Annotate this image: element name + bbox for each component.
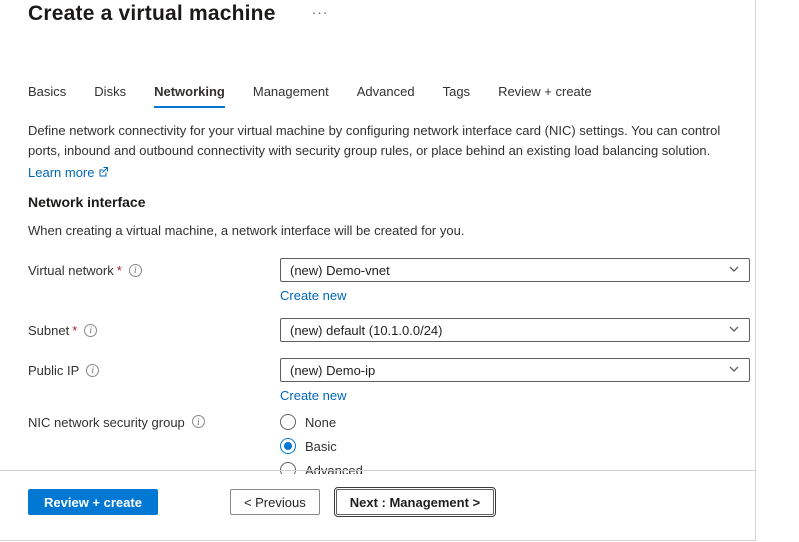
next-management-button[interactable]: Next : Management > (336, 489, 494, 515)
nic-nsg-row: NIC network security group i None Basic … (28, 414, 750, 474)
footer-bar: Review + create < Previous Next : Manage… (28, 489, 494, 515)
public-ip-select[interactable]: (new) Demo-ip (280, 358, 750, 382)
learn-more-label: Learn more (28, 165, 94, 180)
nic-nsg-label: NIC network security group (28, 415, 185, 430)
public-ip-label: Public IP (28, 363, 79, 378)
external-link-icon (98, 165, 109, 180)
tab-networking[interactable]: Networking (154, 84, 225, 108)
public-ip-label-group: Public IP i (28, 358, 280, 382)
public-ip-create-new-link[interactable]: Create new (280, 388, 346, 403)
previous-button[interactable]: < Previous (230, 489, 320, 515)
info-icon[interactable]: i (129, 264, 142, 277)
virtual-network-value: (new) Demo-vnet (290, 263, 390, 278)
network-interface-heading: Network interface (28, 194, 145, 210)
info-icon[interactable]: i (86, 364, 99, 377)
info-icon[interactable]: i (84, 324, 97, 337)
radio-icon (280, 414, 296, 430)
footer-divider (0, 470, 756, 471)
network-interface-description: When creating a virtual machine, a netwo… (28, 223, 464, 238)
nic-nsg-option-none[interactable]: None (280, 414, 750, 430)
tab-disks[interactable]: Disks (94, 84, 126, 108)
required-marker: * (117, 263, 122, 278)
virtual-network-create-new-link[interactable]: Create new (280, 288, 346, 303)
public-ip-value: (new) Demo-ip (290, 363, 375, 378)
tab-bar: Basics Disks Networking Management Advan… (28, 84, 592, 108)
nic-nsg-label-group: NIC network security group i (28, 414, 280, 438)
tab-tags[interactable]: Tags (443, 84, 470, 108)
radio-label: None (305, 415, 336, 430)
page-title: Create a virtual machine (28, 2, 276, 26)
radio-icon (280, 462, 296, 474)
chevron-down-icon (728, 363, 740, 378)
subnet-label: Subnet (28, 323, 69, 338)
radio-selected-icon (280, 438, 296, 454)
nic-nsg-option-advanced[interactable]: Advanced (280, 462, 750, 474)
nic-nsg-option-basic[interactable]: Basic (280, 438, 750, 454)
virtual-network-label: Virtual network (28, 263, 114, 278)
more-options-icon[interactable]: ··· (312, 4, 329, 20)
page-header: Create a virtual machine ··· (28, 2, 329, 26)
subnet-value: (new) default (10.1.0.0/24) (290, 323, 442, 338)
radio-label: Advanced (305, 463, 363, 475)
required-marker: * (72, 323, 77, 338)
virtual-network-select[interactable]: (new) Demo-vnet (280, 258, 750, 282)
chevron-down-icon (728, 323, 740, 338)
create-vm-page: Create a virtual machine ··· Basics Disk… (0, 0, 756, 541)
tab-management[interactable]: Management (253, 84, 329, 108)
radio-label: Basic (305, 439, 337, 454)
learn-more-link[interactable]: Learn more (28, 165, 109, 180)
tab-basics[interactable]: Basics (28, 84, 66, 108)
tab-advanced[interactable]: Advanced (357, 84, 415, 108)
virtual-network-row: Virtual network * i (new) Demo-vnet Crea… (28, 258, 750, 305)
public-ip-row: Public IP i (new) Demo-ip Create new (28, 358, 750, 405)
subnet-label-group: Subnet * i (28, 318, 280, 342)
networking-intro-text: Define network connectivity for your vir… (28, 121, 744, 161)
nic-nsg-radio-group: None Basic Advanced (280, 414, 750, 474)
subnet-select[interactable]: (new) default (10.1.0.0/24) (280, 318, 750, 342)
review-create-button[interactable]: Review + create (28, 489, 158, 515)
subnet-row: Subnet * i (new) default (10.1.0.0/24) (28, 318, 750, 342)
virtual-network-label-group: Virtual network * i (28, 258, 280, 282)
chevron-down-icon (728, 263, 740, 278)
networking-form: Virtual network * i (new) Demo-vnet Crea… (28, 250, 750, 474)
info-icon[interactable]: i (192, 415, 205, 428)
tab-review-create[interactable]: Review + create (498, 84, 592, 108)
